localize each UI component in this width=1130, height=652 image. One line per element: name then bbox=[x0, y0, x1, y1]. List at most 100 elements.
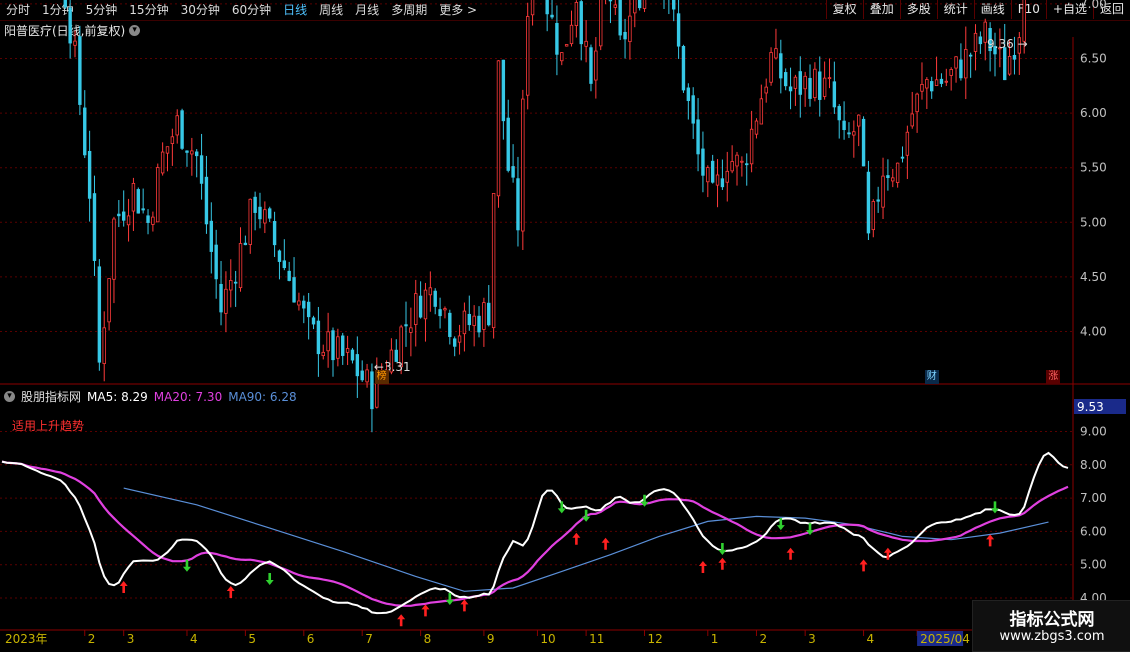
x-axis-label: 8 bbox=[424, 632, 432, 646]
candle-body bbox=[501, 59, 506, 122]
candle-body bbox=[1012, 54, 1017, 60]
candle-body bbox=[949, 68, 953, 76]
candle-body bbox=[525, 16, 530, 96]
watermark: 指标公式网 www.zbgs3.com bbox=[972, 600, 1130, 652]
event-tag-0[interactable]: 榜 bbox=[374, 370, 389, 384]
candle-body bbox=[978, 36, 983, 45]
candle-body bbox=[141, 208, 145, 211]
up-arrow-icon bbox=[859, 559, 868, 572]
candle-body bbox=[881, 175, 885, 208]
candle-body bbox=[584, 40, 588, 47]
candle-body bbox=[321, 351, 325, 357]
candle-body bbox=[545, 0, 549, 15]
candle-body bbox=[160, 151, 165, 174]
candle-body bbox=[623, 31, 627, 40]
candle-body bbox=[691, 95, 695, 124]
candle-body bbox=[238, 243, 243, 289]
candle-body bbox=[900, 156, 905, 159]
up-arrow-shape bbox=[859, 559, 868, 572]
candle-body bbox=[496, 60, 501, 197]
candle-body bbox=[871, 201, 875, 231]
down-arrow-shape bbox=[265, 573, 274, 586]
candle-body bbox=[107, 278, 111, 323]
down-arrow-icon bbox=[265, 573, 274, 586]
candle-body bbox=[131, 183, 136, 212]
candle-body bbox=[905, 131, 910, 156]
candle-body bbox=[243, 242, 248, 246]
candle-body bbox=[68, 7, 72, 44]
candle-body bbox=[618, 0, 622, 36]
candle-body bbox=[954, 56, 958, 69]
down-arrow-shape bbox=[990, 501, 999, 514]
candle-body bbox=[151, 216, 155, 225]
candle-body bbox=[642, 0, 647, 9]
candle-body bbox=[156, 167, 160, 223]
candle-body bbox=[331, 330, 335, 361]
event-tag-2[interactable]: 涨 bbox=[1046, 370, 1061, 384]
candle-body bbox=[891, 177, 895, 182]
candle-body bbox=[83, 107, 87, 156]
candle-body bbox=[1003, 47, 1007, 81]
price-tick-label: 6.00 bbox=[1080, 106, 1107, 120]
up-arrow-shape bbox=[718, 557, 727, 570]
candle-body bbox=[895, 162, 900, 183]
candle-body bbox=[813, 68, 817, 98]
up-arrow-shape bbox=[883, 547, 892, 560]
candle-body bbox=[414, 293, 418, 325]
candle-body bbox=[360, 370, 364, 381]
x-axis-label: 2025/04 bbox=[920, 632, 970, 646]
candle-body bbox=[297, 300, 301, 306]
candle-body bbox=[428, 287, 433, 296]
candle-body bbox=[326, 331, 330, 352]
candle-body bbox=[224, 288, 228, 314]
candle-body bbox=[311, 317, 316, 325]
candle-body bbox=[438, 309, 442, 317]
candle-body bbox=[915, 93, 919, 113]
x-axis-label: 12 bbox=[648, 632, 663, 646]
up-arrow-icon bbox=[883, 547, 892, 560]
candle-body bbox=[608, 0, 613, 2]
candle-body bbox=[822, 77, 827, 97]
candle-body bbox=[487, 302, 491, 326]
candle-body bbox=[452, 338, 457, 347]
candle-body bbox=[574, 1, 579, 27]
candle-body bbox=[506, 117, 510, 171]
candle-body bbox=[842, 120, 846, 131]
candle-body bbox=[336, 336, 340, 359]
x-axis-label: 6 bbox=[307, 632, 315, 646]
candle-body bbox=[457, 335, 462, 343]
up-arrow-icon bbox=[718, 557, 727, 570]
candle-body bbox=[472, 315, 476, 326]
up-arrow-shape bbox=[460, 599, 469, 612]
candle-body bbox=[165, 146, 170, 154]
candle-body bbox=[365, 369, 369, 383]
candle-body bbox=[253, 196, 257, 213]
candle-body bbox=[735, 154, 739, 167]
candle-body bbox=[696, 119, 700, 155]
candle-body bbox=[759, 98, 764, 125]
candle-body bbox=[964, 49, 968, 79]
candle-body bbox=[277, 250, 282, 262]
candle-body bbox=[613, 4, 618, 8]
candle-body bbox=[934, 79, 939, 87]
candle-body bbox=[550, 14, 554, 18]
candle-body bbox=[97, 266, 102, 363]
candle-body bbox=[569, 24, 574, 45]
candle-body bbox=[637, 0, 642, 9]
candle-body bbox=[866, 171, 871, 234]
current-value-label: 9.53 bbox=[1077, 400, 1104, 414]
candle-body bbox=[117, 213, 121, 217]
candle-body bbox=[341, 335, 345, 356]
up-arrow-shape bbox=[119, 581, 128, 594]
event-tag-1[interactable]: 财 bbox=[924, 370, 939, 384]
x-axis-label: 2 bbox=[759, 632, 767, 646]
candle-body bbox=[180, 110, 184, 149]
up-arrow-icon bbox=[397, 614, 406, 627]
candle-body bbox=[272, 221, 277, 246]
price-tick-label: 5.00 bbox=[1080, 215, 1107, 229]
x-axis-label: 2 bbox=[88, 632, 96, 646]
candle-body bbox=[258, 206, 262, 220]
up-arrow-icon bbox=[460, 599, 469, 612]
candle-body bbox=[788, 86, 793, 92]
candle-body bbox=[102, 327, 106, 364]
